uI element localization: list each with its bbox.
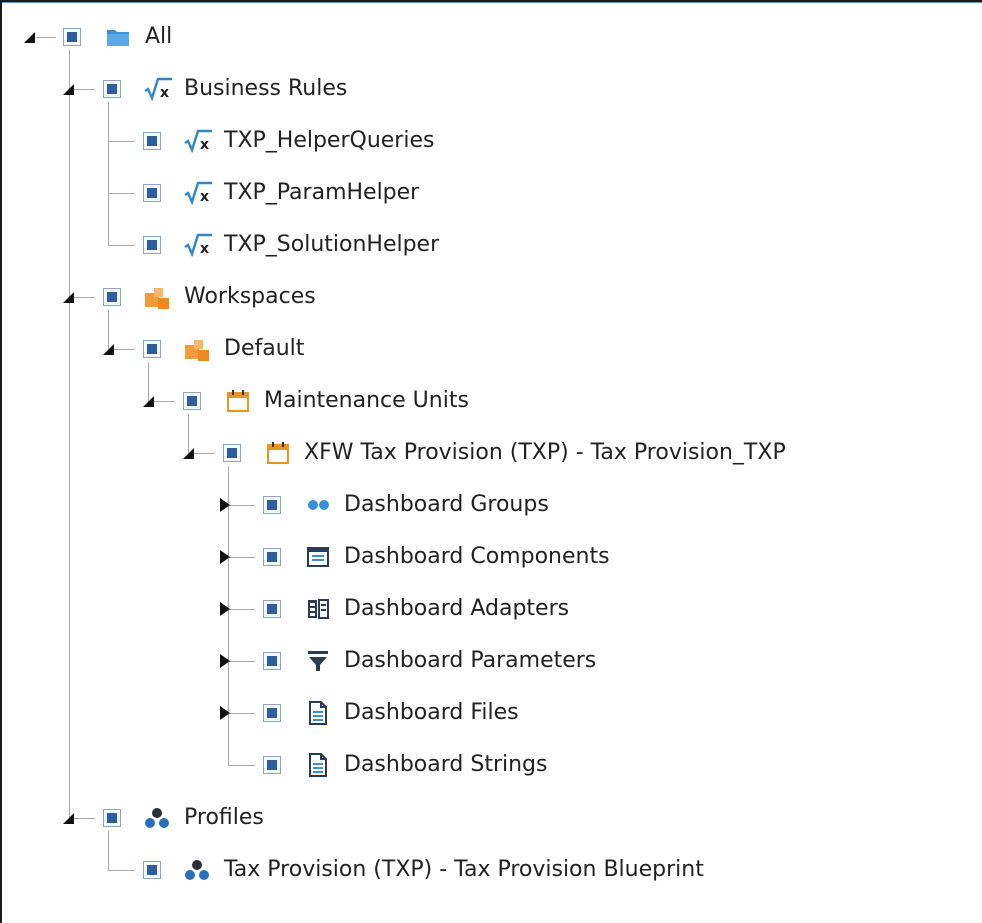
node-checkbox[interactable] bbox=[103, 288, 121, 306]
node-checkbox[interactable] bbox=[143, 236, 161, 254]
tree-node-default[interactable]: Default bbox=[0, 323, 940, 375]
object-tree: All x Business Rules x TXP_HelperQueries… bbox=[0, 0, 982, 923]
tree-node-workspaces[interactable]: Workspaces bbox=[0, 271, 940, 323]
svg-text:x: x bbox=[160, 85, 169, 101]
node-checkbox[interactable] bbox=[263, 496, 281, 514]
expand-arrow-icon[interactable] bbox=[220, 602, 230, 616]
maintenance-unit-icon bbox=[266, 441, 290, 465]
tree-node-dashboard-parameters[interactable]: Dashboard Parameters bbox=[0, 635, 940, 687]
expand-arrow-icon[interactable] bbox=[220, 498, 230, 512]
collapse-arrow-icon[interactable] bbox=[24, 32, 35, 43]
node-label: Workspaces bbox=[184, 284, 316, 309]
node-label: Business Rules bbox=[184, 76, 348, 101]
node-checkbox[interactable] bbox=[263, 652, 281, 670]
svg-text:x: x bbox=[200, 189, 209, 205]
collapse-arrow-icon[interactable] bbox=[63, 84, 74, 95]
tree-node-helper-queries[interactable]: x TXP_HelperQueries bbox=[0, 115, 940, 167]
node-checkbox[interactable] bbox=[263, 704, 281, 722]
tree-node-dashboard-groups[interactable]: Dashboard Groups bbox=[0, 479, 940, 531]
node-checkbox[interactable] bbox=[263, 600, 281, 618]
node-label: Default bbox=[224, 336, 305, 361]
node-label: Dashboard Strings bbox=[344, 752, 548, 777]
node-label: All bbox=[145, 24, 173, 49]
tree-node-dashboard-adapters[interactable]: Dashboard Adapters bbox=[0, 583, 940, 635]
profiles-icon bbox=[184, 858, 209, 882]
node-label: Dashboard Files bbox=[344, 700, 519, 725]
workspace-icon bbox=[184, 337, 209, 361]
tree-node-tax-provision-blueprint[interactable]: Tax Provision (TXP) - Tax Provision Blue… bbox=[0, 844, 940, 896]
node-checkbox[interactable] bbox=[143, 184, 161, 202]
workspace-icon bbox=[144, 285, 169, 309]
tree-node-profiles[interactable]: Profiles bbox=[0, 792, 940, 844]
tree-node-dashboard-strings[interactable]: Dashboard Strings bbox=[0, 739, 940, 791]
node-label: XFW Tax Provision (TXP) - Tax Provision_… bbox=[304, 440, 786, 465]
node-label: Maintenance Units bbox=[264, 388, 469, 413]
dashboard-components-icon bbox=[306, 545, 330, 569]
node-checkbox[interactable] bbox=[143, 340, 161, 358]
formula-icon: x bbox=[184, 233, 212, 257]
node-checkbox[interactable] bbox=[183, 392, 201, 410]
collapse-arrow-icon[interactable] bbox=[183, 448, 194, 459]
dashboard-groups-icon bbox=[306, 493, 330, 517]
node-label: TXP_HelperQueries bbox=[224, 128, 435, 153]
tree-node-maintenance-units[interactable]: Maintenance Units bbox=[0, 375, 940, 427]
tree-node-xfw-tax-provision[interactable]: XFW Tax Provision (TXP) - Tax Provision_… bbox=[0, 427, 940, 479]
node-checkbox[interactable] bbox=[63, 28, 81, 46]
tree-node-all[interactable]: All bbox=[0, 11, 940, 63]
svg-text:x: x bbox=[200, 241, 209, 257]
node-checkbox[interactable] bbox=[263, 756, 281, 774]
tree-node-solution-helper[interactable]: x TXP_SolutionHelper bbox=[0, 219, 940, 271]
formula-icon: x bbox=[144, 77, 172, 101]
formula-icon: x bbox=[184, 129, 212, 153]
node-label: Profiles bbox=[184, 805, 264, 830]
dashboard-adapters-icon bbox=[306, 597, 330, 621]
document-icon bbox=[306, 701, 330, 725]
node-checkbox[interactable] bbox=[263, 548, 281, 566]
svg-text:x: x bbox=[200, 137, 209, 153]
collapse-arrow-icon[interactable] bbox=[63, 813, 74, 824]
node-checkbox[interactable] bbox=[103, 809, 121, 827]
expand-arrow-icon[interactable] bbox=[220, 706, 230, 720]
collapse-arrow-icon[interactable] bbox=[63, 292, 74, 303]
node-label: Dashboard Components bbox=[344, 544, 610, 569]
node-checkbox[interactable] bbox=[143, 861, 161, 879]
expand-arrow-icon[interactable] bbox=[220, 550, 230, 564]
tree-node-param-helper[interactable]: x TXP_ParamHelper bbox=[0, 167, 940, 219]
node-label: Dashboard Parameters bbox=[344, 648, 597, 673]
node-label: TXP_SolutionHelper bbox=[224, 232, 440, 257]
profiles-icon bbox=[144, 806, 169, 830]
expand-arrow-icon[interactable] bbox=[220, 654, 230, 668]
formula-icon: x bbox=[184, 181, 212, 205]
tree-node-business-rules[interactable]: x Business Rules bbox=[0, 63, 940, 115]
node-label: Dashboard Groups bbox=[344, 492, 549, 517]
tree-node-dashboard-components[interactable]: Dashboard Components bbox=[0, 531, 940, 583]
collapse-arrow-icon[interactable] bbox=[103, 344, 114, 355]
maintenance-unit-icon bbox=[226, 389, 250, 413]
node-checkbox[interactable] bbox=[223, 444, 241, 462]
node-label: Dashboard Adapters bbox=[344, 596, 570, 621]
folder-icon bbox=[106, 25, 130, 49]
node-checkbox[interactable] bbox=[103, 80, 121, 98]
node-checkbox[interactable] bbox=[143, 132, 161, 150]
tree-node-dashboard-files[interactable]: Dashboard Files bbox=[0, 687, 940, 739]
node-label: Tax Provision (TXP) - Tax Provision Blue… bbox=[224, 857, 704, 882]
document-icon bbox=[306, 753, 330, 777]
dashboard-parameters-icon bbox=[306, 649, 330, 673]
collapse-arrow-icon[interactable] bbox=[143, 396, 154, 407]
node-label: TXP_ParamHelper bbox=[224, 180, 420, 205]
